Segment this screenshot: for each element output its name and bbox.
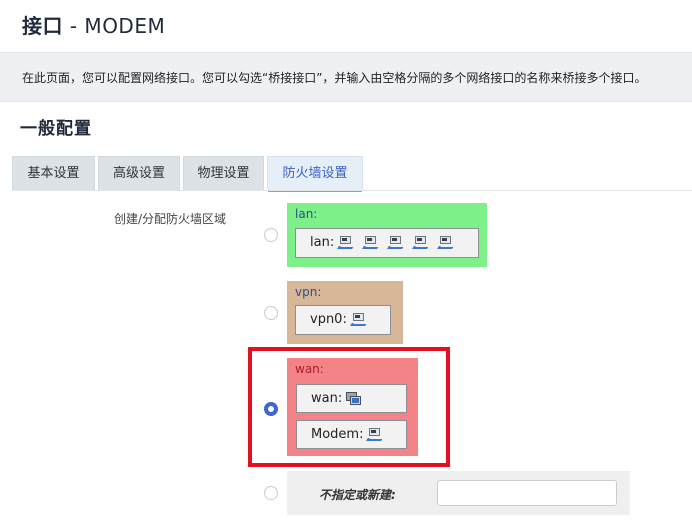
zone-radio-vpn[interactable] xyxy=(264,306,278,320)
interface-name-vpn0: vpn0: xyxy=(310,312,347,327)
tab-firewall-settings[interactable]: 防火墙设置 xyxy=(267,156,363,192)
network-port-icon xyxy=(349,312,367,327)
interface-box-vpn0: vpn0: xyxy=(295,305,391,335)
description-bar: 在此页面，您可以配置网络接口。您可以勾选“桥接接口”，并输入由空格分隔的多个网络… xyxy=(0,52,692,102)
tab-physical-settings[interactable]: 物理设置 xyxy=(183,156,264,190)
tab-advanced-settings[interactable]: 高级设置 xyxy=(98,156,180,190)
new-zone-label: 不指定或新建: xyxy=(319,488,396,502)
new-zone-area: 不指定或新建: xyxy=(287,471,630,515)
network-port-icon xyxy=(437,235,455,250)
interface-box-lan: lan: xyxy=(295,228,479,258)
network-port-icon xyxy=(412,235,430,250)
selection-highlight-frame xyxy=(248,347,450,467)
network-port-icon xyxy=(387,235,405,250)
description-text: 在此页面，您可以配置网络接口。您可以勾选“桥接接口”，并输入由空格分隔的多个网络… xyxy=(22,71,647,85)
firewall-zone-label: 创建/分配防火墙区域 xyxy=(114,212,227,226)
zone-radio-new[interactable] xyxy=(264,486,278,500)
network-port-icon xyxy=(337,235,355,250)
zone-vpn[interactable]: vpn: vpn0: xyxy=(287,281,403,344)
zone-lan-name: lan: xyxy=(295,207,318,221)
section-title: 一般配置 xyxy=(20,119,92,139)
network-port-icon xyxy=(362,235,380,250)
zone-vpn-name: vpn: xyxy=(295,285,322,299)
tab-divider xyxy=(12,190,692,191)
zone-lan[interactable]: lan: lan: xyxy=(287,203,487,267)
new-zone-input[interactable] xyxy=(437,480,617,506)
page-title: 接口 - MODEM xyxy=(22,14,166,38)
zone-radio-lan[interactable] xyxy=(264,228,278,242)
tab-basic-settings[interactable]: 基本设置 xyxy=(12,156,95,190)
interface-name-lan: lan: xyxy=(310,235,335,250)
